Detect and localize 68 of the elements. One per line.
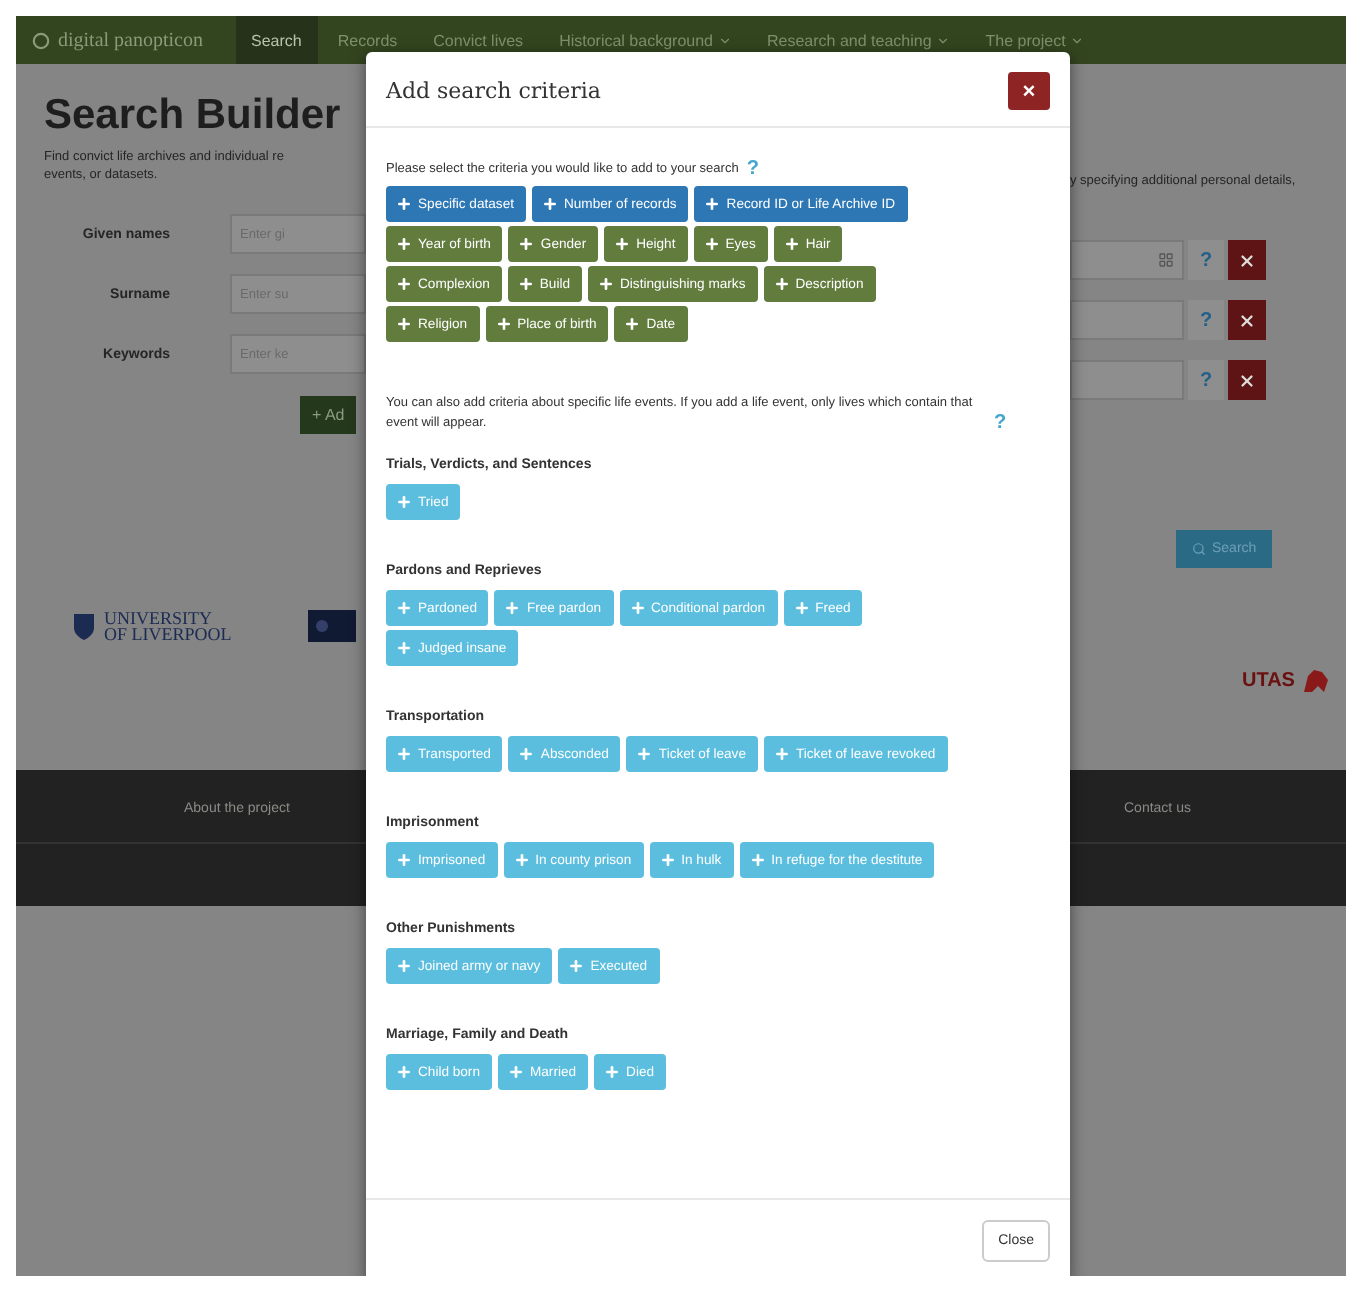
logo-text: UTAS (1242, 670, 1295, 692)
logo-text: UNIVERSITY OF LIVERPOOL (104, 610, 232, 642)
close-icon (1238, 251, 1256, 269)
add-button[interactable]: + Ad (300, 396, 357, 434)
site-logo[interactable]: digital panopticon (32, 16, 203, 64)
plus-icon (507, 1064, 524, 1080)
caret-icon (717, 33, 731, 47)
plus-icon (513, 852, 530, 868)
help-button[interactable]: ? (1188, 240, 1224, 280)
nav-item[interactable]: Search (235, 16, 318, 64)
plus-icon (604, 1064, 621, 1080)
close-button[interactable]: × (1008, 72, 1050, 110)
plus-icon (793, 600, 810, 616)
list-icon (1158, 252, 1174, 268)
remove-button[interactable] (1228, 240, 1266, 280)
plus-icon (396, 316, 412, 332)
plus-icon (396, 746, 412, 762)
modal-title: Add search criteria (386, 78, 601, 104)
plus-icon (518, 236, 535, 252)
logo-icon (308, 610, 356, 642)
plus-icon (703, 236, 720, 252)
help-link[interactable]: ? (994, 412, 1007, 434)
plus-icon (396, 958, 412, 974)
plus-icon (659, 852, 676, 868)
plus-icon (396, 1064, 412, 1080)
circle-icon (32, 31, 50, 49)
help-button[interactable]: ? (1188, 300, 1224, 340)
plus-icon (704, 196, 721, 212)
plus-icon (773, 276, 790, 292)
plus-icon (495, 316, 512, 332)
nav-item[interactable]: The project (969, 16, 1100, 64)
input-field[interactable] (1070, 360, 1184, 400)
nav-item[interactable]: Historical background (543, 16, 747, 64)
plus-icon (396, 640, 412, 656)
shield-icon (72, 611, 96, 641)
nav-item[interactable]: Research and teaching (751, 16, 966, 64)
plus-icon (396, 600, 412, 616)
plus-icon (636, 746, 653, 762)
caret-icon (935, 33, 950, 47)
plus-icon (518, 746, 535, 762)
plus-icon (614, 236, 631, 252)
caret-icon (1069, 33, 1084, 47)
page-title: Search Builder (44, 92, 343, 140)
plus-icon (396, 494, 412, 510)
plus-icon (749, 852, 766, 868)
plus-icon (396, 196, 412, 212)
plus-icon (783, 236, 800, 252)
help-button[interactable]: ? (1188, 360, 1224, 400)
input-field[interactable] (1070, 240, 1184, 280)
close-icon (1238, 371, 1256, 389)
plus-icon (629, 600, 646, 616)
plus-icon (517, 276, 534, 292)
plus-icon (598, 276, 615, 292)
plus-icon (396, 236, 412, 252)
plus-icon (541, 196, 558, 212)
input-field[interactable] (1070, 300, 1184, 340)
lion-icon (1302, 668, 1331, 694)
remove-button[interactable] (1228, 300, 1266, 340)
plus-icon (774, 746, 790, 762)
help-link[interactable]: ? (746, 158, 759, 180)
search-icon (1192, 542, 1206, 556)
plus-icon (396, 852, 412, 868)
close-icon (1238, 311, 1256, 329)
plus-icon (568, 958, 585, 974)
plus-icon (396, 276, 412, 292)
plus-icon (504, 600, 521, 616)
remove-button[interactable] (1228, 360, 1266, 400)
plus-icon (624, 316, 641, 332)
